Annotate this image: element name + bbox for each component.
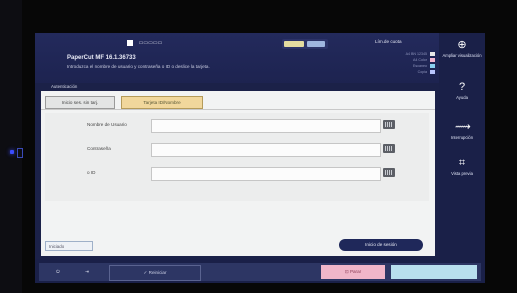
tab-cardless-login[interactable]: Inicio ses. sin tarj. bbox=[45, 96, 115, 109]
reset-button[interactable]: ✓ Reiniciar bbox=[109, 265, 201, 281]
quota-row-label: A4 Color bbox=[413, 58, 427, 62]
login-button[interactable]: Inicio de sesión bbox=[339, 239, 423, 251]
interrupt-label: Interrupción bbox=[450, 135, 474, 140]
keyboard-icon[interactable] bbox=[383, 120, 395, 129]
quota-list: A4 BN 12345 A4 Color Escaneo Copia bbox=[375, 51, 435, 75]
preview-label: Vista previa bbox=[451, 171, 473, 176]
panel-title: Autenticación bbox=[51, 84, 78, 89]
quota-color-swatch bbox=[430, 64, 435, 68]
toggle-right[interactable] bbox=[307, 41, 325, 47]
id-row: o ID bbox=[45, 167, 429, 181]
preview-icon: ⌗ bbox=[458, 157, 466, 169]
login-instructions: Introduzca el nombre de usuario y contra… bbox=[67, 64, 210, 69]
start-button[interactable] bbox=[391, 265, 477, 279]
id-label: o ID bbox=[87, 170, 96, 175]
interrupt-icon: ⟿ bbox=[455, 121, 471, 133]
zoom-icon: ⊕ bbox=[457, 39, 467, 51]
mode-toggle[interactable] bbox=[282, 39, 328, 49]
zoom-button[interactable]: ⊕ Ampliar visualización bbox=[441, 39, 483, 58]
tab-card-id-name[interactable]: Tarjeta ID/Nombre bbox=[121, 96, 203, 109]
username-row: Nombre de Usuario bbox=[45, 119, 429, 133]
toggle-left[interactable] bbox=[284, 41, 304, 47]
help-label: Ayuda bbox=[456, 95, 468, 100]
id-field[interactable] bbox=[151, 167, 381, 181]
quota-row-label: A4 BN 12345 bbox=[405, 52, 427, 56]
right-sidebar: ⊕ Ampliar visualización ? Ayuda ⟿ Interr… bbox=[439, 33, 485, 283]
stop-button[interactable]: ⊡ Parar bbox=[321, 265, 385, 279]
device-side-panel bbox=[0, 0, 23, 293]
interrupt-button[interactable]: ⟿ Interrupción bbox=[441, 121, 483, 140]
quota-color-swatch bbox=[430, 58, 435, 62]
power-button[interactable]: ⏻ bbox=[47, 265, 69, 279]
status-indicator: Iniciado bbox=[45, 241, 93, 251]
product-version: PaperCut MF 16.1.36733 bbox=[67, 55, 136, 61]
header: ▭▭▭▭▭ PaperCut MF 16.1.36733 Introduzca … bbox=[35, 33, 439, 83]
quota-row-label: Escaneo bbox=[413, 64, 427, 68]
username-label: Nombre de Usuario bbox=[87, 122, 127, 127]
login-form: Nombre de Usuario Contraseña o ID bbox=[45, 113, 429, 201]
status-led bbox=[10, 150, 14, 154]
authentication-panel: Autenticación Inicio ses. sin tarj. Tarj… bbox=[41, 84, 435, 256]
indicator-light bbox=[17, 148, 23, 158]
quota-limit-label: Lím.de cuota bbox=[375, 39, 402, 44]
touch-screen: ▭▭▭▭▭ PaperCut MF 16.1.36733 Introduzca … bbox=[35, 33, 485, 283]
bottom-bar: ⏻ ⇥ ✓ Reiniciar ⊡ Parar bbox=[35, 259, 485, 283]
logo-mark-icon bbox=[127, 40, 133, 46]
password-row: Contraseña bbox=[45, 143, 429, 157]
help-button[interactable]: ? Ayuda bbox=[441, 81, 483, 100]
logo: ▭▭▭▭▭ bbox=[127, 40, 207, 48]
keyboard-icon[interactable] bbox=[383, 168, 395, 177]
preview-button[interactable]: ⌗ Vista previa bbox=[441, 157, 483, 176]
zoom-label: Ampliar visualización bbox=[442, 53, 482, 58]
quota-color-swatch bbox=[430, 52, 435, 56]
logo-text: ▭▭▭▭▭ bbox=[138, 40, 163, 46]
help-icon: ? bbox=[458, 81, 466, 93]
bottom-toolbar: ⏻ ⇥ ✓ Reiniciar ⊡ Parar bbox=[39, 263, 481, 281]
quota-row-label: Copia bbox=[417, 70, 427, 74]
tab-divider bbox=[41, 109, 435, 110]
username-field[interactable] bbox=[151, 119, 381, 133]
quota-color-swatch bbox=[430, 70, 435, 74]
quota-row: Copia bbox=[375, 69, 435, 75]
keyboard-icon[interactable] bbox=[383, 144, 395, 153]
password-field[interactable] bbox=[151, 143, 381, 157]
password-label: Contraseña bbox=[87, 146, 111, 151]
logout-button[interactable]: ⇥ bbox=[75, 265, 99, 279]
